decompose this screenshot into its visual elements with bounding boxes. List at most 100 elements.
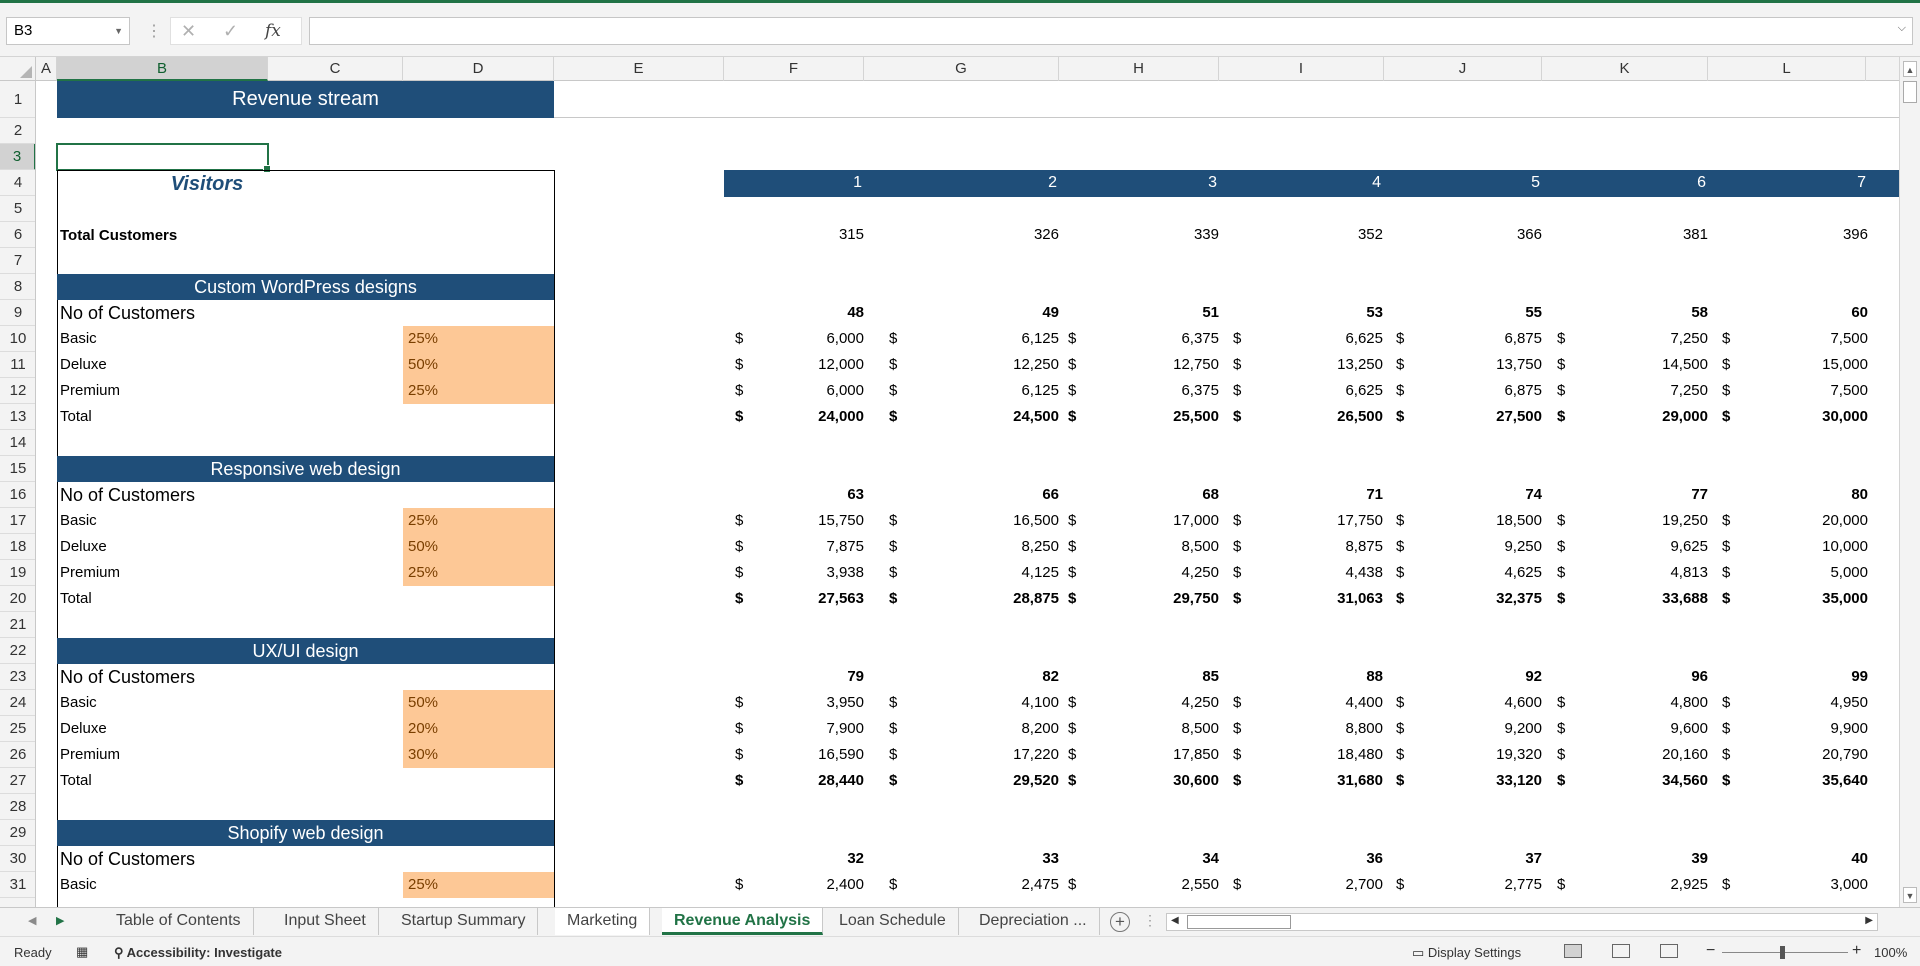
column-header-k[interactable]: K: [1542, 57, 1708, 81]
active-cell-b3[interactable]: [56, 143, 271, 173]
currency-symbol: $: [1068, 772, 1077, 789]
formula-input[interactable]: ⌵: [309, 17, 1913, 45]
insert-function-icon[interactable]: fx: [265, 21, 281, 41]
horizontal-scroll-thumb[interactable]: [1187, 915, 1291, 929]
column-header-c[interactable]: C: [268, 57, 403, 81]
row-header-10[interactable]: 10: [0, 326, 35, 352]
mix-percent-input[interactable]: 50%: [403, 352, 554, 378]
mix-percent-input[interactable]: 25%: [403, 560, 554, 586]
row-header-23[interactable]: 23: [0, 664, 35, 690]
row-header-16[interactable]: 16: [0, 482, 35, 508]
cancel-icon[interactable]: ✕: [181, 21, 196, 42]
sheet-tab-depreciation[interactable]: Depreciation ...: [967, 908, 1100, 935]
row-header-26[interactable]: 26: [0, 742, 35, 768]
mix-percent-input[interactable]: 50%: [403, 534, 554, 560]
expand-formula-bar-icon[interactable]: ⌵: [1898, 22, 1906, 35]
row-header-12[interactable]: 12: [0, 378, 35, 404]
row-header-15[interactable]: 15: [0, 456, 35, 482]
column-header-i[interactable]: I: [1219, 57, 1384, 81]
row-header-4[interactable]: 4: [0, 170, 35, 196]
row-header-30[interactable]: 30: [0, 846, 35, 872]
sheet-tab-loan-schedule[interactable]: Loan Schedule: [827, 908, 959, 935]
page-layout-view-icon[interactable]: [1612, 944, 1630, 958]
column-header-l[interactable]: L: [1708, 57, 1866, 81]
row-header-24[interactable]: 24: [0, 690, 35, 716]
row-header-2[interactable]: 2: [0, 118, 35, 144]
row-header-27[interactable]: 27: [0, 768, 35, 794]
row-header-21[interactable]: 21: [0, 612, 35, 638]
row-header-13[interactable]: 13: [0, 404, 35, 430]
name-box[interactable]: B3 ▼: [6, 17, 130, 45]
row-header-19[interactable]: 19: [0, 560, 35, 586]
sheet-tab-table-of-contents[interactable]: Table of Contents: [104, 908, 254, 935]
tab-split-grip-icon[interactable]: ⋮: [1143, 912, 1157, 929]
display-settings[interactable]: ▭ Display Settings: [1412, 945, 1521, 961]
select-all-button[interactable]: [0, 57, 36, 81]
scroll-down-icon[interactable]: ▼: [1903, 887, 1917, 903]
mix-percent-input[interactable]: 50%: [403, 690, 554, 716]
currency-symbol: $: [735, 512, 744, 529]
row-header-28[interactable]: 28: [0, 794, 35, 820]
name-box-dropdown-icon[interactable]: ▼: [114, 18, 123, 44]
enter-icon[interactable]: ✓: [223, 21, 238, 42]
column-header-h[interactable]: H: [1059, 57, 1219, 81]
row-header-7[interactable]: 7: [0, 248, 35, 274]
page-break-view-icon[interactable]: [1660, 944, 1678, 958]
scroll-right-icon[interactable]: ▶: [1865, 915, 1873, 926]
column-header-f[interactable]: F: [724, 57, 864, 81]
revenue-value: 8,800: [1345, 720, 1383, 737]
row-header-8[interactable]: 8: [0, 274, 35, 300]
row-header-6[interactable]: 6: [0, 222, 35, 248]
currency-symbol: $: [889, 382, 898, 399]
row-header-25[interactable]: 25: [0, 716, 35, 742]
zoom-slider-knob[interactable]: [1780, 946, 1785, 959]
row-header-18[interactable]: 18: [0, 534, 35, 560]
column-header-a[interactable]: A: [36, 57, 57, 81]
vertical-scroll-thumb[interactable]: [1903, 81, 1917, 103]
row-header-31[interactable]: 31: [0, 872, 35, 898]
row-header-22[interactable]: 22: [0, 638, 35, 664]
row-header-3[interactable]: 3: [0, 144, 35, 170]
sheet-tab-input-sheet[interactable]: Input Sheet: [272, 908, 379, 935]
sheet-tab-marketing[interactable]: Marketing: [555, 908, 651, 935]
zoom-in-icon[interactable]: +: [1852, 942, 1861, 960]
normal-view-icon[interactable]: [1564, 944, 1582, 958]
scroll-left-icon[interactable]: ◀: [1171, 915, 1179, 926]
row-header-14[interactable]: 14: [0, 430, 35, 456]
formula-bar-grip-icon[interactable]: ⋮: [146, 21, 162, 41]
row-header-29[interactable]: 29: [0, 820, 35, 846]
sheet-tab-revenue-analysis[interactable]: Revenue Analysis: [662, 908, 824, 935]
zoom-out-icon[interactable]: −: [1706, 942, 1715, 960]
worksheet-grid[interactable]: Revenue stream Visitors Total Customers …: [36, 81, 1899, 907]
row-header-17[interactable]: 17: [0, 508, 35, 534]
next-sheet-icon[interactable]: ▶: [56, 914, 64, 927]
vertical-scrollbar[interactable]: ▲ ▼: [1899, 57, 1920, 907]
mix-percent-input[interactable]: 25%: [403, 326, 554, 352]
no-of-customers-label: No of Customers: [60, 667, 196, 687]
row-header-20[interactable]: 20: [0, 586, 35, 612]
row-header-9[interactable]: 9: [0, 300, 35, 326]
row-header-1[interactable]: 1: [0, 81, 35, 118]
column-header-j[interactable]: J: [1384, 57, 1542, 81]
macro-record-icon[interactable]: ▦: [76, 944, 88, 960]
mix-percent-input[interactable]: 30%: [403, 742, 554, 768]
currency-symbol: $: [1557, 564, 1566, 581]
mix-percent-input[interactable]: 25%: [403, 508, 554, 534]
add-sheet-icon[interactable]: +: [1110, 912, 1130, 932]
row-header-5[interactable]: 5: [0, 196, 35, 222]
column-header-d[interactable]: D: [403, 57, 554, 81]
prev-sheet-icon[interactable]: ◀: [28, 914, 36, 927]
column-header-b[interactable]: B: [57, 57, 268, 81]
accessibility-status[interactable]: ⚲ Accessibility: Investigate: [114, 945, 282, 961]
row-header-11[interactable]: 11: [0, 352, 35, 378]
mix-percent-input[interactable]: 20%: [403, 716, 554, 742]
mix-percent-input[interactable]: 25%: [403, 872, 554, 898]
zoom-slider-track[interactable]: [1722, 952, 1848, 953]
scroll-up-icon[interactable]: ▲: [1903, 61, 1917, 77]
column-header-e[interactable]: E: [554, 57, 724, 81]
zoom-level[interactable]: 100%: [1874, 945, 1907, 960]
horizontal-scrollbar[interactable]: ◀ ▶: [1166, 913, 1878, 931]
sheet-tab-startup-summary[interactable]: Startup Summary: [389, 908, 539, 935]
column-header-g[interactable]: G: [864, 57, 1059, 81]
mix-percent-input[interactable]: 25%: [403, 378, 554, 404]
